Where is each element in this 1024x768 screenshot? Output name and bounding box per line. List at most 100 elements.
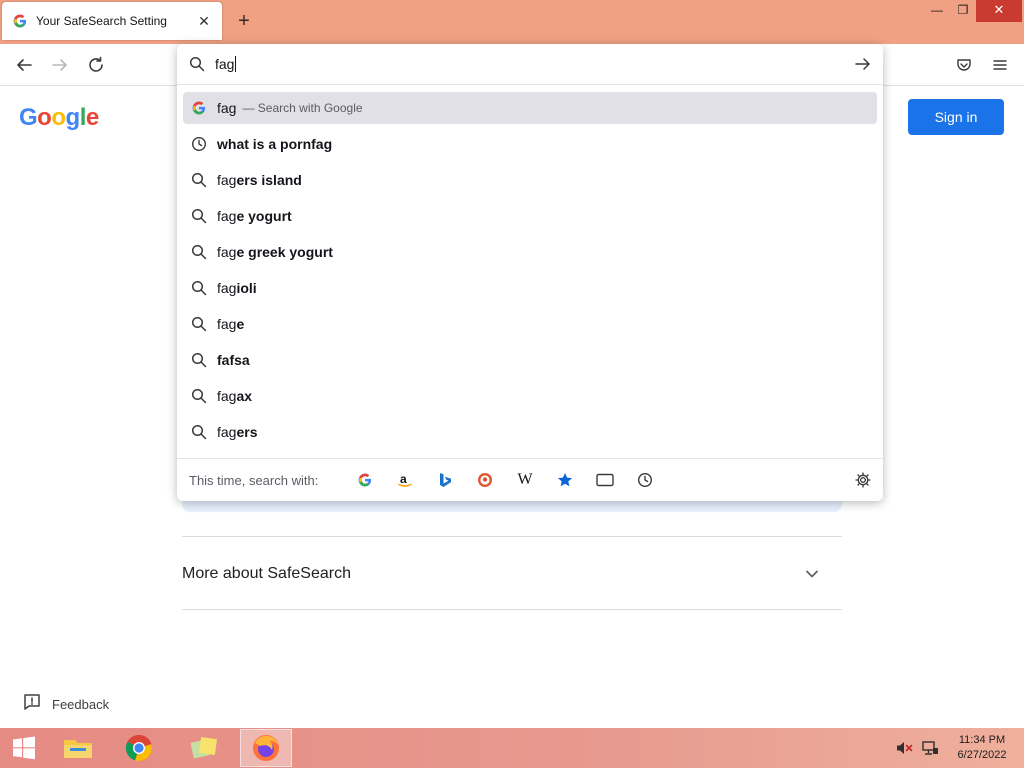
- search-icon: [191, 244, 207, 260]
- search-with-google-suggestion[interactable]: fag — Search with Google: [183, 92, 877, 124]
- suggestion-text: fafsa: [217, 352, 250, 368]
- suggestion-hint: — Search with Google: [242, 101, 363, 115]
- suggestion-text: fag: [217, 100, 236, 116]
- suggestion-typed-text: fag: [217, 100, 237, 116]
- forward-arrow-icon: [52, 59, 67, 71]
- clock-date: 6/27/2022: [957, 749, 1007, 761]
- system-clock[interactable]: 11:34 PM 6/27/2022: [946, 733, 1018, 763]
- suggestion-text: what is a pornfag: [217, 136, 332, 152]
- suggestion-completion-text: ers: [236, 424, 258, 440]
- suggestion-completion-text: what is a pornfag: [217, 136, 333, 152]
- suggestion-item[interactable]: fagers island: [183, 164, 877, 196]
- windows-logo-icon: [13, 736, 35, 760]
- suggestion-completion-text: fafsa: [217, 352, 250, 368]
- windows-taskbar: 11:34 PM 6/27/2022: [0, 728, 1024, 768]
- suggestion-completion-text: e: [236, 316, 245, 332]
- chevron-down-icon: [800, 562, 824, 586]
- one-off-search-bar: This time, search with: a W: [177, 458, 883, 501]
- tab-close-icon[interactable]: ✕: [196, 13, 212, 30]
- suggestion-completion-text: ioli: [236, 280, 257, 296]
- suggestion-typed-text: fag: [217, 424, 237, 440]
- address-input[interactable]: fag: [215, 56, 853, 72]
- file-explorer-taskbar-button[interactable]: [52, 729, 104, 767]
- suggestion-typed-text: fag: [217, 388, 237, 404]
- suggestion-text: fage greek yogurt: [217, 244, 333, 260]
- address-bar-dropdown: fag fag — Search with Google what is a por…: [177, 44, 883, 501]
- feedback-label: Feedback: [52, 697, 110, 712]
- clock-time: 11:34 PM: [958, 734, 1006, 746]
- search-icon: [191, 280, 207, 296]
- pocket-button[interactable]: [952, 53, 976, 77]
- browser-titlebar: Your SafeSearch Setting ✕ + — ❐ ✕: [0, 0, 1024, 44]
- suggestion-typed-text: fag: [217, 208, 237, 224]
- network-icon[interactable]: [920, 738, 940, 758]
- amazon-icon[interactable]: a: [385, 466, 425, 494]
- suggestion-text: fagax: [217, 388, 252, 404]
- suggestion-item[interactable]: fage greek yogurt: [183, 236, 877, 268]
- tabs-icon[interactable]: [585, 466, 625, 494]
- suggestion-item[interactable]: fafsa: [183, 344, 877, 376]
- address-bar[interactable]: fag: [177, 44, 883, 85]
- duckduckgo-icon[interactable]: [465, 466, 505, 494]
- more-about-safesearch-expander[interactable]: More about SafeSearch: [182, 556, 842, 592]
- reload-icon: [89, 56, 103, 72]
- suggestion-item[interactable]: what is a pornfag: [183, 128, 877, 160]
- suggestion-item[interactable]: fagers: [183, 416, 877, 448]
- suggestion-completion-text: ers island: [236, 172, 302, 188]
- window-close-button[interactable]: ✕: [976, 0, 1022, 22]
- suggestion-item[interactable]: fage yogurt: [183, 200, 877, 232]
- firefox-taskbar-button[interactable]: [240, 729, 292, 767]
- back-button[interactable]: [12, 53, 36, 77]
- suggestion-item[interactable]: fagax: [183, 380, 877, 412]
- search-icon: [191, 352, 207, 368]
- suggestion-text: fage yogurt: [217, 208, 292, 224]
- chrome-taskbar-button[interactable]: [113, 729, 165, 767]
- suggestion-typed-text: fag: [217, 316, 237, 332]
- search-icon: [189, 56, 205, 72]
- volume-muted-icon[interactable]: [894, 738, 914, 758]
- search-settings-gear-icon[interactable]: [853, 470, 873, 490]
- history-icon[interactable]: [625, 466, 665, 494]
- wikipedia-icon[interactable]: W: [505, 466, 545, 494]
- reload-button[interactable]: [84, 53, 108, 77]
- feedback-link[interactable]: Feedback: [22, 692, 109, 717]
- tab-title: Your SafeSearch Setting: [36, 14, 167, 28]
- forward-button[interactable]: [48, 53, 72, 77]
- suggestion-typed-text: fag: [217, 172, 237, 188]
- suggestion-typed-text: fag: [217, 280, 237, 296]
- chrome-icon: [125, 734, 152, 762]
- search-icon: [191, 388, 207, 404]
- one-off-search-label: This time, search with:: [189, 472, 319, 488]
- search-icon: [191, 172, 207, 188]
- file-explorer-icon: [64, 740, 92, 758]
- firefox-icon: [253, 735, 279, 761]
- start-button[interactable]: [0, 729, 48, 767]
- go-arrow-icon[interactable]: [853, 54, 873, 74]
- google-icon[interactable]: [345, 466, 385, 494]
- new-tab-button[interactable]: +: [232, 10, 256, 34]
- more-about-safesearch-label: More about SafeSearch: [182, 565, 351, 582]
- bookmarks-star-icon[interactable]: [545, 466, 585, 494]
- suggestion-text: fage: [217, 316, 244, 332]
- sticky-notes-icon: [190, 736, 218, 759]
- browser-tab[interactable]: Your SafeSearch Setting ✕: [2, 2, 222, 40]
- suggestion-item[interactable]: fagioli: [183, 272, 877, 304]
- search-icon: [191, 208, 207, 224]
- google-logo[interactable]: Google: [19, 104, 99, 132]
- bing-icon[interactable]: [425, 466, 465, 494]
- suggestion-completion-text: e greek yogurt: [236, 244, 333, 260]
- suggestion-item[interactable]: fage: [183, 308, 877, 340]
- google-favicon-icon: [12, 13, 28, 29]
- hamburger-menu-icon: [993, 60, 1007, 70]
- history-icon: [191, 136, 207, 152]
- app-menu-button[interactable]: [988, 53, 1012, 77]
- window-restore-button[interactable]: ❐: [948, 0, 978, 22]
- sticky-notes-taskbar-button[interactable]: [178, 729, 230, 767]
- sign-in-button[interactable]: Sign in: [908, 99, 1004, 135]
- suggestion-text: fagers: [217, 424, 258, 440]
- suggestion-completion-text: e yogurt: [236, 208, 292, 224]
- pocket-icon: [957, 59, 971, 71]
- divider: [182, 536, 842, 537]
- suggestion-text: fagioli: [217, 280, 257, 296]
- suggestion-typed-text: fag: [217, 244, 237, 260]
